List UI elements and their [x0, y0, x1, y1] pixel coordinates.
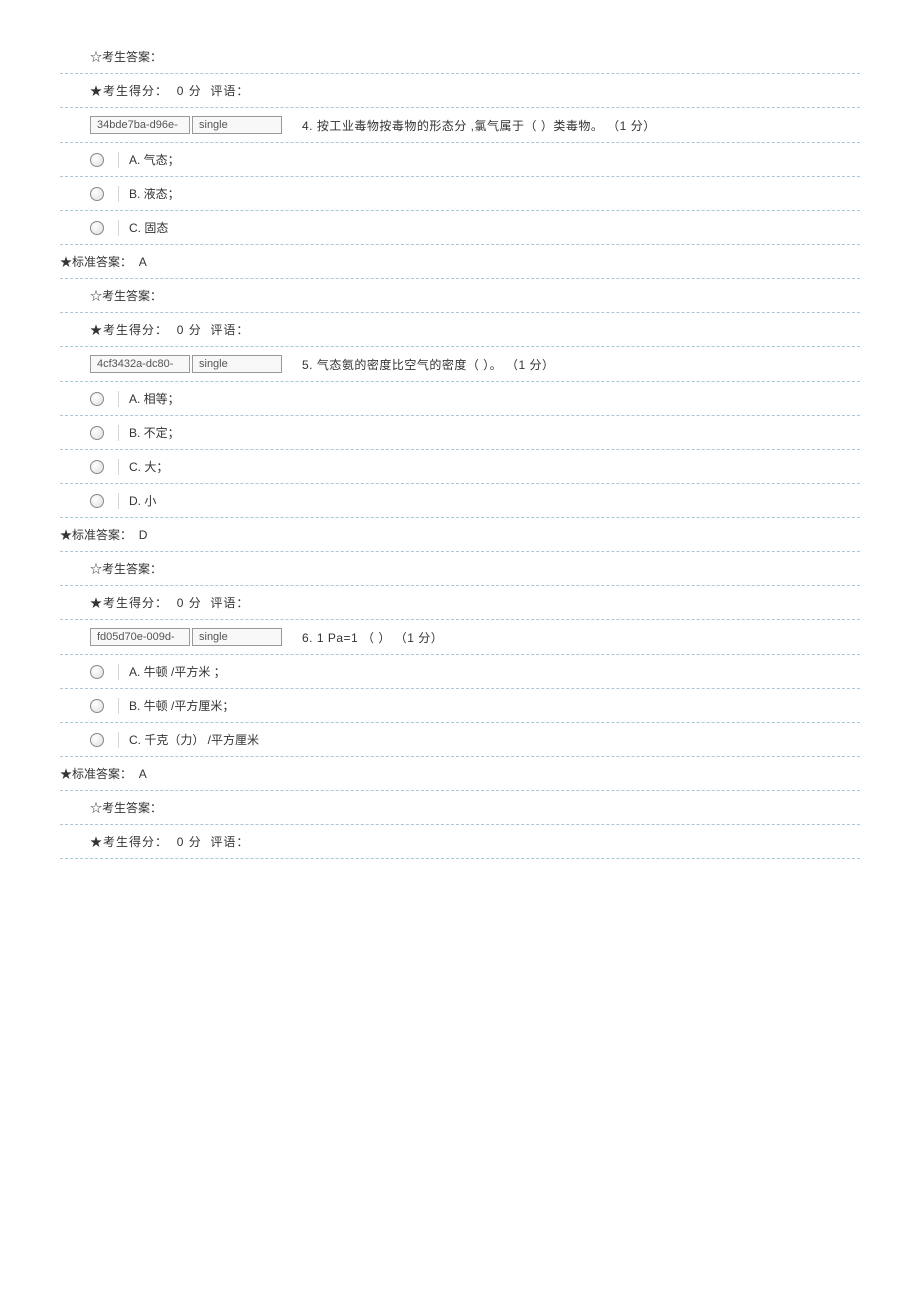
- question-5-text: 5. 气态氨的密度比空气的密度（ ）。 （1 分）: [302, 356, 555, 373]
- divider: [118, 220, 119, 236]
- comment-prefix: 评语：: [210, 594, 249, 611]
- divider: [118, 732, 119, 748]
- option-row[interactable]: D. 小: [60, 484, 860, 518]
- radio-icon[interactable]: [90, 221, 104, 235]
- divider: [118, 152, 119, 168]
- score-prefix: ★考生得分：: [90, 594, 168, 611]
- option-row[interactable]: B. 牛顿 /平方厘米；: [60, 689, 860, 723]
- option-row[interactable]: C. 大；: [60, 450, 860, 484]
- divider: [118, 391, 119, 407]
- question-id-box: 4cf3432a-dc80-: [90, 355, 190, 373]
- standard-answer-row: ★标准答案： A: [60, 757, 860, 791]
- examinee-answer-row: ☆考生答案：: [60, 279, 860, 313]
- divider: [118, 493, 119, 509]
- score-row: ★考生得分： 0 分 评语：: [60, 825, 860, 859]
- score-value: 0 分: [177, 321, 202, 338]
- option-row[interactable]: C. 千克（力） /平方厘米: [60, 723, 860, 757]
- option-label: B. 液态；: [129, 185, 180, 202]
- question-4-header: 34bde7ba-d96e- single 4. 按工业毒物按毒物的形态分 ,氯…: [60, 108, 860, 143]
- examinee-answer-label: ☆考生答案：: [90, 287, 162, 304]
- score-prefix: ★考生得分：: [90, 82, 168, 99]
- standard-answer-value: A: [139, 255, 147, 269]
- standard-answer-prefix: ★标准答案：: [60, 253, 132, 270]
- radio-icon[interactable]: [90, 153, 104, 167]
- examinee-answer-label: ☆考生答案：: [90, 799, 162, 816]
- option-label: A. 牛顿 /平方米 ；: [129, 663, 226, 680]
- question-id-box: fd05d70e-009d-: [90, 628, 190, 646]
- option-row[interactable]: B. 不定；: [60, 416, 860, 450]
- question-6-text: 6. 1 Pa=1 （ ） （1 分）: [302, 629, 443, 646]
- divider: [118, 425, 119, 441]
- radio-icon[interactable]: [90, 733, 104, 747]
- question-6-header: fd05d70e-009d- single 6. 1 Pa=1 （ ） （1 分…: [60, 620, 860, 655]
- radio-icon[interactable]: [90, 426, 104, 440]
- comment-prefix: 评语：: [210, 321, 249, 338]
- examinee-answer-row: ☆考生答案：: [60, 552, 860, 586]
- radio-icon[interactable]: [90, 494, 104, 508]
- option-label: A. 相等；: [129, 390, 180, 407]
- option-row[interactable]: A. 气态；: [60, 143, 860, 177]
- radio-icon[interactable]: [90, 665, 104, 679]
- score-prefix: ★考生得分：: [90, 833, 168, 850]
- standard-answer-prefix: ★标准答案：: [60, 765, 132, 782]
- score-row: ★考生得分： 0 分 评语：: [60, 313, 860, 347]
- divider: [118, 459, 119, 475]
- option-label: B. 牛顿 /平方厘米；: [129, 697, 234, 714]
- score-prefix: ★考生得分：: [90, 321, 168, 338]
- comment-prefix: 评语：: [210, 833, 249, 850]
- option-label: C. 大；: [129, 458, 168, 475]
- question-type-box: single: [192, 355, 282, 373]
- option-label: B. 不定；: [129, 424, 180, 441]
- standard-answer-prefix: ★标准答案：: [60, 526, 132, 543]
- option-label: A. 气态；: [129, 151, 180, 168]
- examinee-answer-label: ☆考生答案：: [90, 560, 162, 577]
- radio-icon[interactable]: [90, 187, 104, 201]
- examinee-answer-row: ☆考生答案：: [60, 791, 860, 825]
- comment-prefix: 评语：: [210, 82, 249, 99]
- option-label: D. 小: [129, 492, 156, 509]
- option-row[interactable]: C. 固态: [60, 211, 860, 245]
- option-row[interactable]: A. 相等；: [60, 382, 860, 416]
- standard-answer-row: ★标准答案： A: [60, 245, 860, 279]
- radio-icon[interactable]: [90, 460, 104, 474]
- question-type-box: single: [192, 116, 282, 134]
- score-row: ★考生得分： 0 分 评语：: [60, 586, 860, 620]
- examinee-answer-row: ☆考生答案：: [60, 40, 860, 74]
- option-row[interactable]: A. 牛顿 /平方米 ；: [60, 655, 860, 689]
- divider: [118, 698, 119, 714]
- radio-icon[interactable]: [90, 699, 104, 713]
- standard-answer-value: A: [139, 767, 147, 781]
- option-label: C. 固态: [129, 219, 168, 236]
- score-row: ★考生得分： 0 分 评语：: [60, 74, 860, 108]
- radio-icon[interactable]: [90, 392, 104, 406]
- standard-answer-value: D: [139, 528, 148, 542]
- divider: [118, 186, 119, 202]
- question-type-box: single: [192, 628, 282, 646]
- score-value: 0 分: [177, 833, 202, 850]
- question-id-box: 34bde7ba-d96e-: [90, 116, 190, 134]
- option-label: C. 千克（力） /平方厘米: [129, 731, 259, 748]
- option-row[interactable]: B. 液态；: [60, 177, 860, 211]
- question-4-text: 4. 按工业毒物按毒物的形态分 ,氯气属于（ ）类毒物。 （1 分）: [302, 117, 656, 134]
- examinee-answer-label: ☆考生答案：: [90, 48, 162, 65]
- score-value: 0 分: [177, 594, 202, 611]
- divider: [118, 664, 119, 680]
- standard-answer-row: ★标准答案： D: [60, 518, 860, 552]
- score-value: 0 分: [177, 82, 202, 99]
- question-5-header: 4cf3432a-dc80- single 5. 气态氨的密度比空气的密度（ ）…: [60, 347, 860, 382]
